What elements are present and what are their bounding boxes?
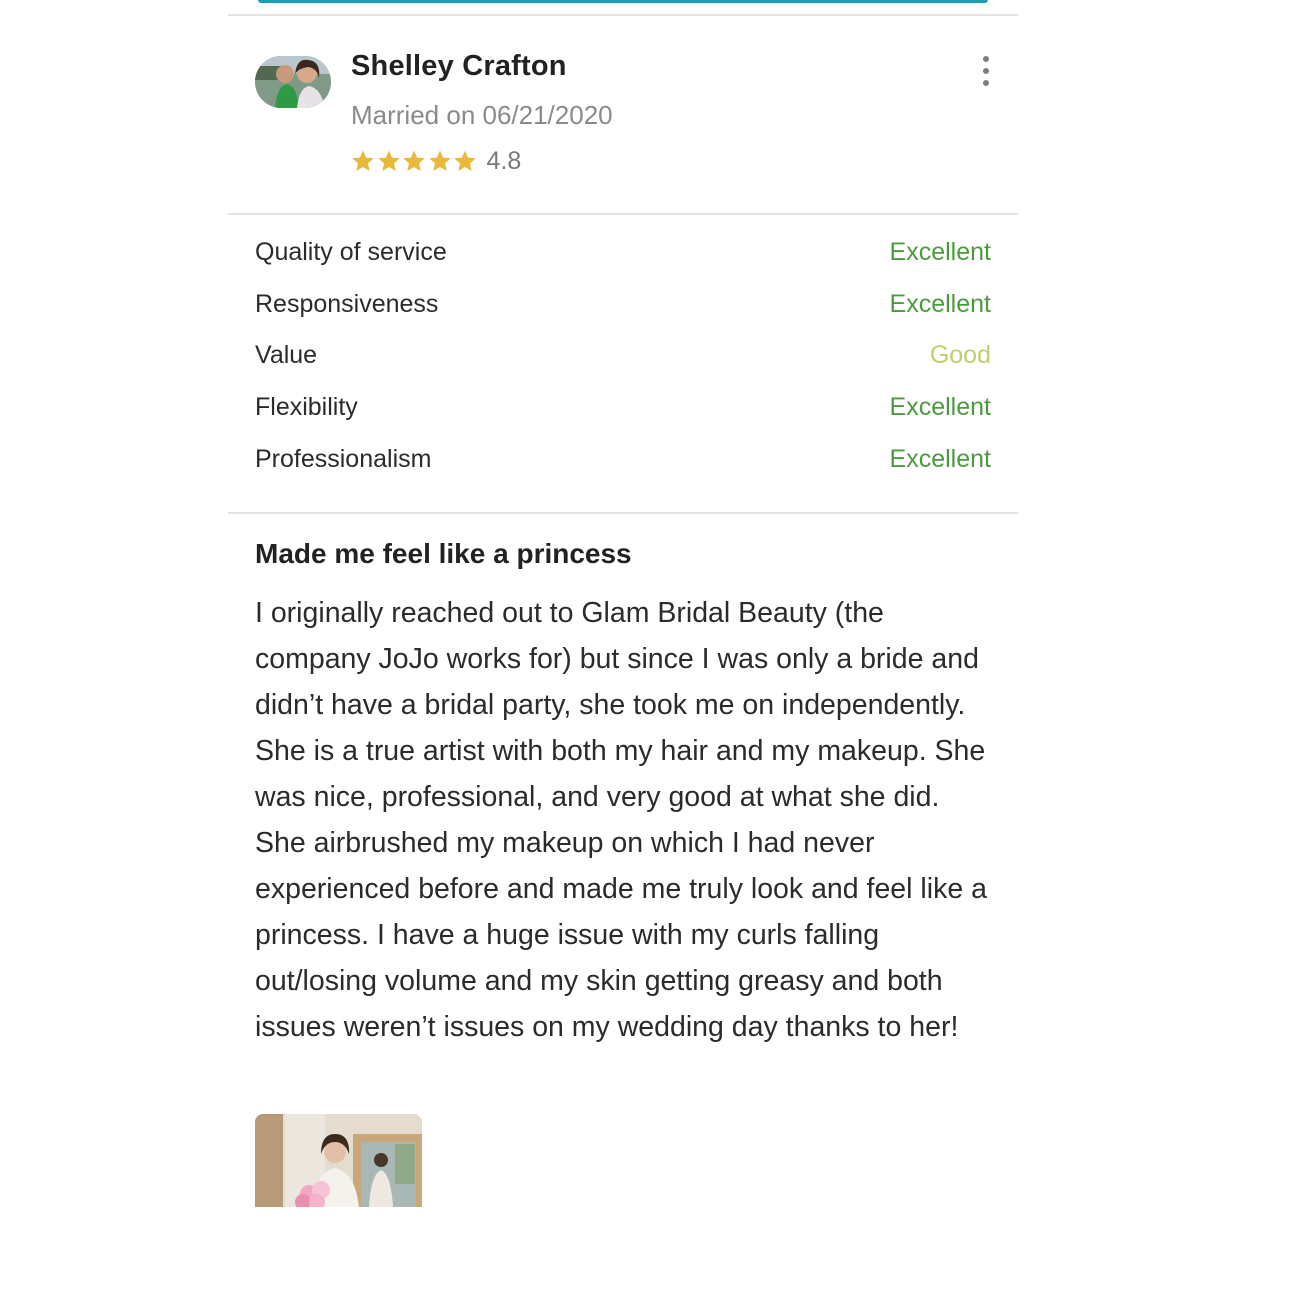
star-rating [351, 149, 479, 173]
divider-ratings [228, 512, 1018, 514]
star-icon [377, 150, 400, 171]
rating-label: Flexibility [255, 393, 358, 422]
review-body: I originally reached out to Glam Bridal … [255, 597, 987, 1043]
review-photo-image [255, 1114, 422, 1207]
rating-label: Responsiveness [255, 289, 439, 318]
divider-header [228, 213, 1018, 215]
review-card: Shelley Crafton Married on 06/21/2020 4.… [228, 0, 1018, 1312]
rating-label: Professionalism [255, 444, 432, 473]
rating-row-professionalism: Professionalism Excellent [255, 445, 991, 497]
rating-value: 4.8 [486, 146, 522, 175]
rating-value-text: Excellent [889, 289, 991, 318]
top-accent-bar [258, 0, 988, 3]
rating-value-text: Excellent [889, 238, 991, 266]
star-icon [428, 150, 451, 171]
more-vertical-icon-dot [983, 68, 989, 74]
category-ratings: Quality of service Excellent Responsiven… [255, 238, 991, 496]
rating-label: Value [255, 341, 318, 370]
rating-value-text: Excellent [889, 393, 991, 422]
divider-top [228, 14, 1018, 16]
more-vertical-icon [983, 56, 989, 62]
star-icon [454, 150, 476, 171]
avatar-image [255, 56, 331, 108]
star-icon [403, 150, 425, 171]
reviewer-name[interactable]: Shelley Crafton [351, 50, 567, 83]
review-photo-thumbnail[interactable] [255, 1114, 422, 1207]
rating-row-quality: Quality of service Excellent [255, 238, 991, 290]
rating-value-text: Good [929, 341, 991, 370]
rating-label: Quality of service [255, 238, 447, 266]
reviewer-avatar[interactable] [255, 56, 331, 108]
review-title: Made me feel like a princess [255, 538, 632, 569]
rating-row-flexibility: Flexibility Excellent [255, 393, 991, 445]
married-date: Married on 06/21/2020 [351, 100, 613, 130]
more-vertical-icon-dot [983, 80, 989, 86]
rating-row-responsiveness: Responsiveness Excellent [255, 290, 991, 342]
overall-rating: 4.8 [351, 146, 521, 176]
more-options-button[interactable] [976, 56, 996, 86]
rating-value-text: Excellent [889, 444, 991, 473]
star-icon [352, 150, 374, 171]
rating-row-value: Value Good [255, 341, 991, 393]
